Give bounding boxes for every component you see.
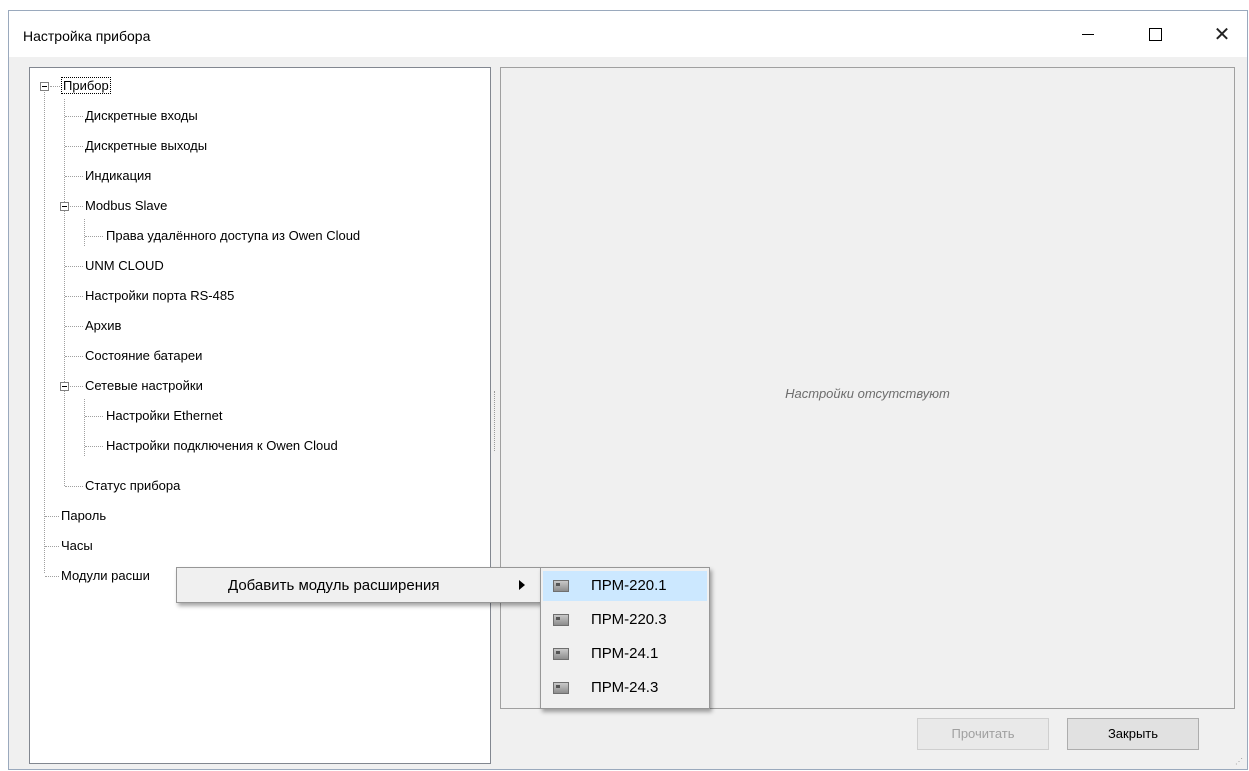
tree-node-label: Прибор (61, 77, 111, 94)
submenu-item-label: ПРМ-220.3 (591, 611, 667, 628)
tree-node-password[interactable]: Пароль (61, 507, 106, 525)
tree-line (85, 236, 103, 237)
tree-line (85, 446, 103, 447)
maximize-button[interactable] (1132, 11, 1178, 57)
splitter-handle[interactable] (494, 391, 497, 451)
submenu-arrow-icon (519, 580, 525, 590)
tree-node-network[interactable]: Сетевые настройки (85, 377, 203, 395)
tree-line (44, 86, 45, 573)
tree-node-owen-cloud[interactable]: Настройки подключения к Owen Cloud (106, 437, 338, 455)
tree-line (64, 99, 65, 486)
tree-line (84, 219, 85, 246)
title-bar: Настройка прибора ✕ (9, 11, 1247, 57)
tree-line (45, 576, 59, 577)
module-icon (553, 648, 569, 660)
tree-node-ethernet[interactable]: Настройки Ethernet (106, 407, 223, 425)
tree-node-modbus-slave[interactable]: Modbus Slave (85, 197, 167, 215)
submenu-item-label: ПРМ-24.3 (591, 679, 659, 696)
tree-node-indication[interactable]: Индикация (85, 167, 151, 185)
resize-grip-icon[interactable]: ⋰ (1235, 757, 1245, 767)
submenu-item-label: ПРМ-220.1 (591, 577, 667, 594)
tree-line (65, 176, 83, 177)
tree-line (70, 386, 83, 387)
collapse-icon[interactable] (60, 382, 69, 391)
tree-line (84, 399, 85, 456)
submenu-item-label: ПРМ-24.1 (591, 645, 659, 662)
minimize-icon (1082, 33, 1094, 35)
tree-node-unm-cloud[interactable]: UNM CLOUD (85, 257, 164, 275)
close-window-button[interactable]: ✕ (1199, 11, 1245, 57)
collapse-icon[interactable] (60, 202, 69, 211)
tree-node-battery[interactable]: Состояние батареи (85, 347, 202, 365)
tree-line (45, 546, 59, 547)
module-icon (553, 682, 569, 694)
tree-node-archive[interactable]: Архив (85, 317, 121, 335)
close-icon: ✕ (1213, 23, 1231, 46)
tree-node-device-status[interactable]: Статус прибора (85, 477, 180, 495)
collapse-icon[interactable] (40, 82, 49, 91)
tree-node-expansion-modules[interactable]: Модули расши (61, 567, 150, 585)
submenu-item-prm-24-3[interactable]: ПРМ-24.3 (543, 673, 707, 703)
read-button[interactable]: Прочитать (917, 718, 1049, 750)
module-submenu: ПРМ-220.1 ПРМ-220.3 ПРМ-24.1 ПРМ-24.3 (540, 567, 710, 709)
module-icon (553, 614, 569, 626)
tree-line (85, 416, 103, 417)
tree-line (65, 296, 83, 297)
close-button[interactable]: Закрыть (1067, 718, 1199, 750)
tree-node-remote-access[interactable]: Права удалённого доступа из Owen Cloud (106, 227, 360, 245)
maximize-icon (1148, 27, 1162, 41)
submenu-item-prm-24-1[interactable]: ПРМ-24.1 (543, 639, 707, 669)
tree-node-discrete-inputs[interactable]: Дискретные входы (85, 107, 198, 125)
tree-line (70, 206, 83, 207)
context-menu: Добавить модуль расширения (176, 567, 541, 603)
tree-node-clock[interactable]: Часы (61, 537, 93, 555)
tree-line (65, 146, 83, 147)
menu-item-add-module[interactable]: Добавить модуль расширения (228, 577, 440, 594)
tree-line (65, 486, 83, 487)
tree-node-device[interactable]: Прибор (61, 77, 111, 95)
tree-line (65, 356, 83, 357)
submenu-item-prm-220-3[interactable]: ПРМ-220.3 (543, 605, 707, 635)
window-title: Настройка прибора (23, 28, 151, 44)
module-icon (553, 580, 569, 592)
no-settings-message: Настройки отсутствуют (785, 386, 950, 401)
tree-node-rs485[interactable]: Настройки порта RS-485 (85, 287, 234, 305)
tree-line (65, 116, 83, 117)
submenu-item-prm-220-1[interactable]: ПРМ-220.1 (543, 571, 707, 601)
tree-line (65, 326, 83, 327)
tree-line (65, 266, 83, 267)
tree-line (50, 86, 60, 87)
minimize-button[interactable] (1065, 11, 1111, 57)
tree-line (45, 516, 59, 517)
settings-tree[interactable]: Прибор Дискретные входы Дискретные выход… (29, 67, 491, 764)
tree-node-discrete-outputs[interactable]: Дискретные выходы (85, 137, 207, 155)
